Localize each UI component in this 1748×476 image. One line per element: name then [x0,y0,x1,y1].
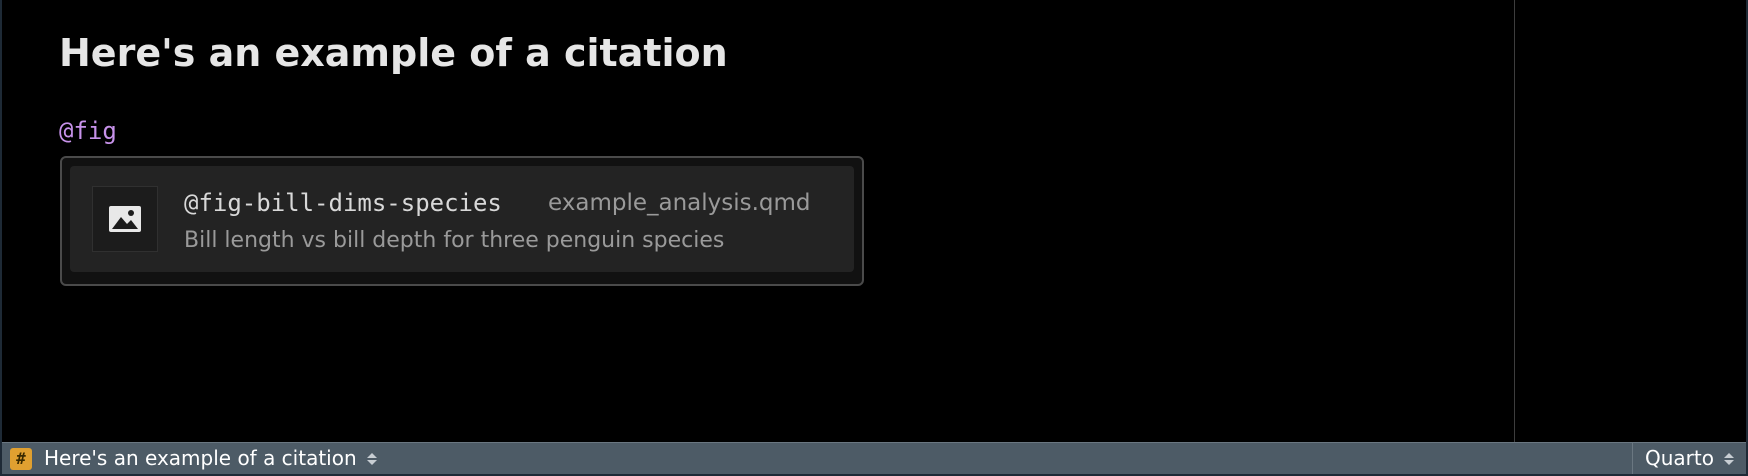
language-mode-selector[interactable]: Quarto [1632,443,1746,474]
completion-item[interactable]: @fig-bill-dims-species example_analysis.… [70,166,854,272]
section-navigator[interactable]: # Here's an example of a citation [10,443,377,474]
image-icon-glyph [109,206,141,232]
status-bar: # Here's an example of a citation Quarto [2,442,1746,474]
chevron-updown-icon [366,452,377,465]
completion-item-id: @fig-bill-dims-species [184,189,502,217]
image-icon [92,186,158,252]
completion-popup: @fig-bill-dims-species example_analysis.… [60,156,864,286]
completion-item-caption: Bill length vs bill depth for three peng… [184,228,725,253]
citation-input-text[interactable]: @fig [59,116,117,146]
completion-item-file: example_analysis.qmd [548,190,811,216]
editor-window: Here's an example of a citation @fig @fi… [0,0,1748,476]
language-label: Quarto [1645,446,1714,470]
chevron-updown-icon [1723,452,1734,465]
section-label: Here's an example of a citation [44,446,357,470]
margin-line [1514,0,1515,442]
document-heading: Here's an example of a citation [59,31,728,75]
source-editor[interactable]: Here's an example of a citation @fig @fi… [2,0,1746,442]
hash-icon: # [10,447,32,470]
